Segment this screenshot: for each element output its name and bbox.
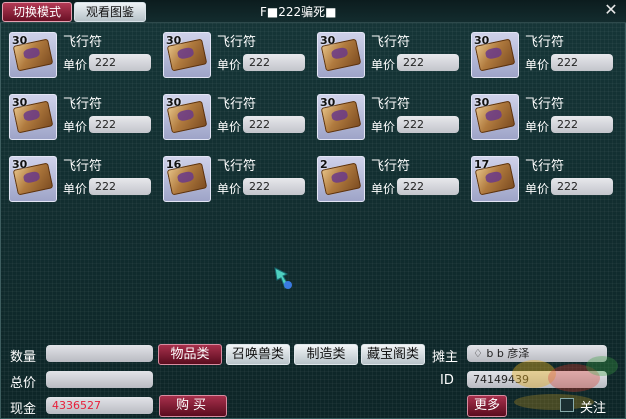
- talisman-icon[interactable]: 30: [471, 94, 519, 140]
- talisman-icon[interactable]: 16: [163, 156, 211, 202]
- talisman-icon[interactable]: 30: [317, 94, 365, 140]
- unit-price-label: 单价: [217, 58, 242, 72]
- item-name: 飞行符: [525, 159, 565, 174]
- item-quantity: 30: [474, 34, 490, 47]
- item-slot[interactable]: 30 飞行符单价 222: [3, 24, 153, 78]
- item-slot[interactable]: 30 飞行符单价 222: [157, 86, 307, 140]
- seller-label: 摊主: [432, 350, 459, 365]
- unit-price-field: 222: [397, 54, 459, 71]
- switch-mode-button[interactable]: 切换模式: [2, 2, 72, 22]
- unit-price-label: 单价: [371, 120, 396, 134]
- item-name: 飞行符: [217, 159, 257, 174]
- item-slot[interactable]: 30 飞行符单价 222: [3, 148, 153, 202]
- item-quantity: 30: [474, 96, 490, 109]
- tab-summons[interactable]: 召唤兽类: [226, 344, 290, 365]
- talisman-icon[interactable]: 30: [9, 32, 57, 78]
- item-quantity: 30: [320, 34, 336, 47]
- unit-price-field: 222: [89, 54, 151, 71]
- item-slot[interactable]: 30 飞行符单价 222: [465, 86, 615, 140]
- item-slot[interactable]: 30 飞行符单价 222: [465, 24, 615, 78]
- item-slot[interactable]: 30 飞行符单价 222: [311, 24, 461, 78]
- unit-price-label: 单价: [63, 182, 88, 196]
- talisman-icon[interactable]: 2: [317, 156, 365, 202]
- unit-price-field: 222: [243, 178, 305, 195]
- unit-price-field: 222: [551, 54, 613, 71]
- talisman-icon[interactable]: 17: [471, 156, 519, 202]
- cash-label: 现金: [10, 402, 37, 417]
- item-slot[interactable]: 2 飞行符单价 222: [311, 148, 461, 202]
- item-slot[interactable]: 16 飞行符单价 222: [157, 148, 307, 202]
- total-price-field: [46, 371, 153, 388]
- talisman-icon[interactable]: 30: [9, 94, 57, 140]
- unit-price-field: 222: [243, 116, 305, 133]
- unit-price-label: 单价: [217, 120, 242, 134]
- unit-price-label: 单价: [525, 120, 550, 134]
- item-name: 飞行符: [217, 35, 257, 50]
- buy-button[interactable]: 购买: [159, 395, 227, 417]
- item-name: 飞行符: [63, 97, 103, 112]
- item-quantity: 2: [320, 158, 328, 171]
- talisman-icon[interactable]: 30: [163, 94, 211, 140]
- talisman-icon[interactable]: 30: [471, 32, 519, 78]
- item-name: 飞行符: [525, 97, 565, 112]
- follow-checkbox[interactable]: [560, 398, 574, 412]
- unit-price-field: 222: [551, 178, 613, 195]
- unit-price-label: 单价: [371, 182, 396, 196]
- unit-price-field: 222: [397, 178, 459, 195]
- item-name: 飞行符: [371, 35, 411, 50]
- stall-title: F■222骗死■: [260, 5, 337, 19]
- unit-price-label: 单价: [371, 58, 396, 72]
- item-name: 飞行符: [63, 35, 103, 50]
- item-quantity: 30: [166, 96, 182, 109]
- view-album-button[interactable]: 观看图鉴: [74, 2, 146, 22]
- quantity-label: 数量: [10, 350, 37, 365]
- unit-price-field: 222: [551, 116, 613, 133]
- item-name: 飞行符: [371, 97, 411, 112]
- cursor-icon: [274, 267, 292, 289]
- tab-crafting[interactable]: 制造类: [294, 344, 358, 365]
- unit-price-field: 222: [89, 178, 151, 195]
- unit-price-field: 222: [397, 116, 459, 133]
- unit-price-label: 单价: [217, 182, 242, 196]
- quantity-input[interactable]: [46, 345, 153, 362]
- item-quantity: 30: [166, 34, 182, 47]
- tab-treasure[interactable]: 藏宝阁类: [361, 344, 425, 365]
- title-bar: 切换模式 观看图鉴 F■222骗死■ ✕: [0, 0, 626, 23]
- item-quantity: 30: [320, 96, 336, 109]
- item-slot[interactable]: 30 飞行符单价 222: [3, 86, 153, 140]
- follow-label: 关注: [580, 401, 607, 416]
- item-slot[interactable]: 30 飞行符单价 222: [157, 24, 307, 78]
- talisman-icon[interactable]: 30: [9, 156, 57, 202]
- item-name: 飞行符: [217, 97, 257, 112]
- item-quantity: 30: [12, 34, 28, 47]
- item-name: 飞行符: [371, 159, 411, 174]
- unit-price-label: 单价: [63, 120, 88, 134]
- talisman-icon[interactable]: 30: [317, 32, 365, 78]
- unit-price-field: 222: [89, 116, 151, 133]
- id-label: ID: [440, 373, 454, 388]
- item-quantity: 30: [12, 96, 28, 109]
- tab-items[interactable]: 物品类: [158, 344, 222, 365]
- item-slot[interactable]: 30 飞行符单价 222: [311, 86, 461, 140]
- item-quantity: 17: [474, 158, 490, 171]
- item-slot[interactable]: 17 飞行符单价 222: [465, 148, 615, 202]
- item-quantity: 16: [166, 158, 182, 171]
- unit-price-label: 单价: [63, 58, 88, 72]
- unit-price-label: 单价: [525, 58, 550, 72]
- unit-price-field: 222: [243, 54, 305, 71]
- close-icon[interactable]: ✕: [602, 1, 620, 19]
- talisman-icon[interactable]: 30: [163, 32, 211, 78]
- item-name: 飞行符: [63, 159, 103, 174]
- cash-field: 4336527: [46, 397, 153, 414]
- unit-price-label: 单价: [525, 182, 550, 196]
- item-quantity: 30: [12, 158, 28, 171]
- item-name: 飞行符: [525, 35, 565, 50]
- total-price-label: 总价: [10, 376, 37, 391]
